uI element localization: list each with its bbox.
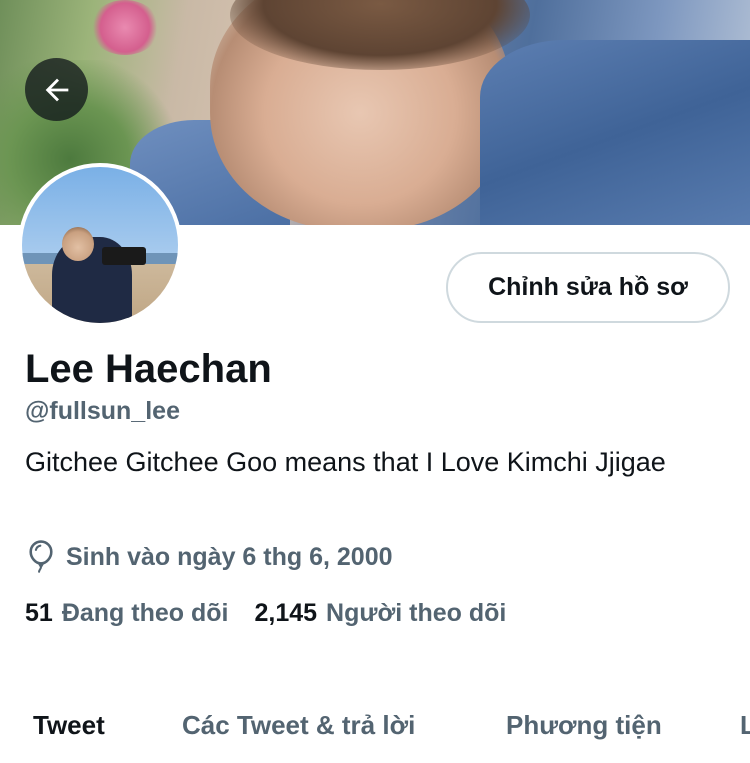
- display-name: Lee Haechan: [25, 347, 272, 391]
- followers-label[interactable]: Người theo dõi: [326, 599, 506, 628]
- birthday-text: Sinh vào ngày 6 thg 6, 2000: [66, 542, 393, 571]
- tab-tweets-and-replies[interactable]: Các Tweet & trả lời: [182, 710, 415, 741]
- tab-media[interactable]: Phương tiện: [506, 710, 662, 741]
- avatar[interactable]: [18, 163, 182, 327]
- profile-bio: Gitchee Gitchee Goo means that I Love Ki…: [25, 447, 666, 477]
- following-count[interactable]: 51: [25, 599, 53, 628]
- edit-profile-button[interactable]: Chỉnh sửa hồ sơ: [446, 252, 730, 323]
- balloon-icon: [29, 540, 53, 573]
- back-button[interactable]: [25, 58, 88, 121]
- banner-denim-jacket: [480, 40, 750, 225]
- following-label[interactable]: Đang theo dõi: [62, 599, 229, 628]
- avatar-camera: [102, 247, 146, 265]
- profile-tabs: Tweet Các Tweet & trả lời Phương tiện L: [0, 690, 750, 763]
- follow-stats: 51 Đang theo dõi 2,145 Người theo dõi: [25, 599, 506, 628]
- birthday-row: Sinh vào ngày 6 thg 6, 2000: [25, 539, 393, 575]
- tab-tweets[interactable]: Tweet: [33, 710, 105, 741]
- user-handle: @fullsun_lee: [25, 397, 180, 425]
- avatar-head: [62, 227, 94, 261]
- banner-flower: [90, 0, 160, 55]
- arrow-left-icon: [45, 78, 68, 101]
- followers-count[interactable]: 2,145: [254, 599, 317, 628]
- tab-likes[interactable]: L: [740, 710, 750, 741]
